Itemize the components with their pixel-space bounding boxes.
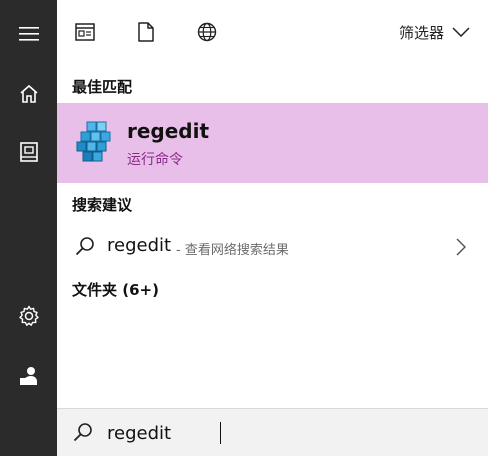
app-type-label: 运行命令 <box>127 152 183 168</box>
documents-filter-button[interactable] <box>130 16 162 48</box>
registry-editor-icon <box>76 121 111 162</box>
settings-button[interactable] <box>0 294 57 338</box>
text-caret <box>220 422 221 444</box>
web-search-suggestion[interactable]: regedit - 查看网络搜索结果 <box>57 226 488 268</box>
user-icon <box>19 367 37 385</box>
app-window-icon <box>75 23 95 41</box>
best-match-result[interactable]: regedit 运行命令 <box>57 103 488 183</box>
chevron-right-icon <box>456 238 466 256</box>
chevron-down-icon <box>452 27 470 37</box>
results-toolbar: 筛选器 <box>57 0 488 64</box>
filter-dropdown[interactable]: 筛选器 <box>399 20 470 44</box>
documents-button[interactable] <box>0 130 57 174</box>
app-name: regedit <box>127 119 210 143</box>
gear-icon <box>18 305 39 326</box>
left-rail <box>0 0 57 456</box>
search-icon <box>75 237 94 256</box>
suggestion-query: regedit <box>107 235 172 256</box>
home-button[interactable] <box>0 72 57 116</box>
search-suggestions-heading: 搜索建议 <box>72 196 133 214</box>
document-icon <box>19 142 38 162</box>
suggestion-hint: - 查看网络搜索结果 <box>176 243 289 258</box>
best-match-heading: 最佳匹配 <box>72 78 133 96</box>
search-input[interactable] <box>107 417 467 449</box>
search-box[interactable] <box>57 408 488 456</box>
web-filter-button[interactable] <box>191 16 223 48</box>
filter-label: 筛选器 <box>398 23 444 42</box>
home-icon <box>19 84 38 103</box>
user-button[interactable] <box>0 354 57 398</box>
apps-filter-button[interactable] <box>69 16 101 48</box>
folders-heading[interactable]: 文件夹 (6+) <box>72 279 159 300</box>
globe-icon <box>197 22 217 42</box>
hamburger-menu-button[interactable] <box>0 12 57 56</box>
search-icon <box>73 423 92 442</box>
hamburger-menu-icon <box>18 27 39 41</box>
file-icon <box>138 22 154 42</box>
